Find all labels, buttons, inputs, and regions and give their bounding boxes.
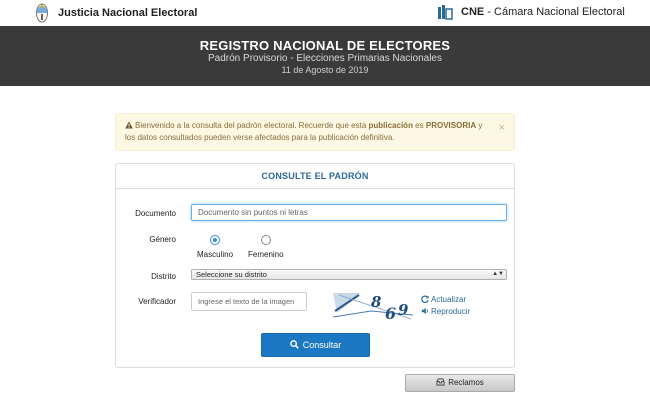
reclamos-button[interactable]: Reclamos bbox=[405, 374, 515, 392]
brand-left[interactable]: Justicia Nacional Electoral bbox=[36, 3, 197, 23]
argentina-shield-icon bbox=[36, 3, 48, 23]
alert-close-button[interactable]: × bbox=[499, 122, 505, 134]
page-subtitle: Padrón Provisorio - Elecciones Primarias… bbox=[208, 53, 442, 64]
svg-text:6: 6 bbox=[385, 304, 396, 321]
top-bar: Justicia Nacional Electoral CNE - Cámara… bbox=[0, 0, 650, 26]
select-arrows-icon: ▲▼ bbox=[492, 271, 504, 277]
radio-masculino[interactable]: Masculino bbox=[197, 235, 233, 259]
genero-label: Género bbox=[149, 235, 176, 244]
svg-text:9: 9 bbox=[398, 301, 409, 319]
hero-banner: REGISTRO NACIONAL DE ELECTORES Padrón Pr… bbox=[0, 26, 650, 86]
consultar-button[interactable]: Consultar bbox=[261, 333, 370, 357]
captcha-image: 8 6 9 bbox=[331, 291, 415, 321]
refresh-icon bbox=[421, 295, 429, 304]
election-date: 11 de Agosto de 2019 bbox=[281, 65, 369, 75]
distrito-label: Distrito bbox=[151, 272, 176, 281]
svg-text:8: 8 bbox=[371, 293, 382, 311]
panel-title: CONSULTE EL PADRÓN bbox=[261, 171, 369, 181]
radio-masculino-button[interactable] bbox=[210, 235, 220, 245]
verificador-label: Verificador bbox=[138, 297, 176, 306]
refresh-captcha-link[interactable]: Actualizar bbox=[421, 295, 470, 304]
radio-femenino[interactable]: Femenino bbox=[248, 235, 284, 259]
documento-input[interactable] bbox=[191, 204, 507, 221]
brand-left-label: Justicia Nacional Electoral bbox=[58, 7, 198, 19]
reclamos-label: Reclamos bbox=[448, 378, 484, 387]
welcome-alert: Bienvenido a la consulta del padrón elec… bbox=[115, 113, 515, 151]
radio-masculino-label: Masculino bbox=[197, 250, 234, 259]
search-icon bbox=[289, 340, 299, 349]
page-title: REGISTRO NACIONAL DE ELECTORES bbox=[199, 38, 451, 53]
documento-label: Documento bbox=[135, 209, 176, 218]
inbox-icon bbox=[436, 378, 445, 386]
radio-femenino-button[interactable] bbox=[260, 235, 271, 245]
consultar-label: Consultar bbox=[302, 340, 342, 350]
radio-femenino-label: Femenino bbox=[248, 250, 284, 259]
brand-right-label: CNE - Cámara Nacional Electoral bbox=[461, 6, 625, 18]
speaker-icon bbox=[421, 307, 428, 315]
distrito-select[interactable]: Seleccione su distrito ▲▼ bbox=[191, 269, 507, 280]
distrito-select-value: Seleccione su distrito bbox=[196, 270, 267, 279]
play-captcha-audio-link[interactable]: Reproducir bbox=[421, 307, 470, 316]
verificador-input[interactable] bbox=[191, 292, 307, 311]
brand-right[interactable]: CNE - Cámara Nacional Electoral bbox=[437, 4, 625, 20]
cne-logo-icon bbox=[438, 5, 453, 20]
captcha-actions: Actualizar Reproducir bbox=[421, 295, 470, 319]
panel-header: CONSULTE EL PADRÓN bbox=[116, 164, 514, 189]
consult-panel: CONSULTE EL PADRÓN Documento Género Masc… bbox=[115, 163, 515, 368]
warning-icon bbox=[125, 121, 133, 129]
